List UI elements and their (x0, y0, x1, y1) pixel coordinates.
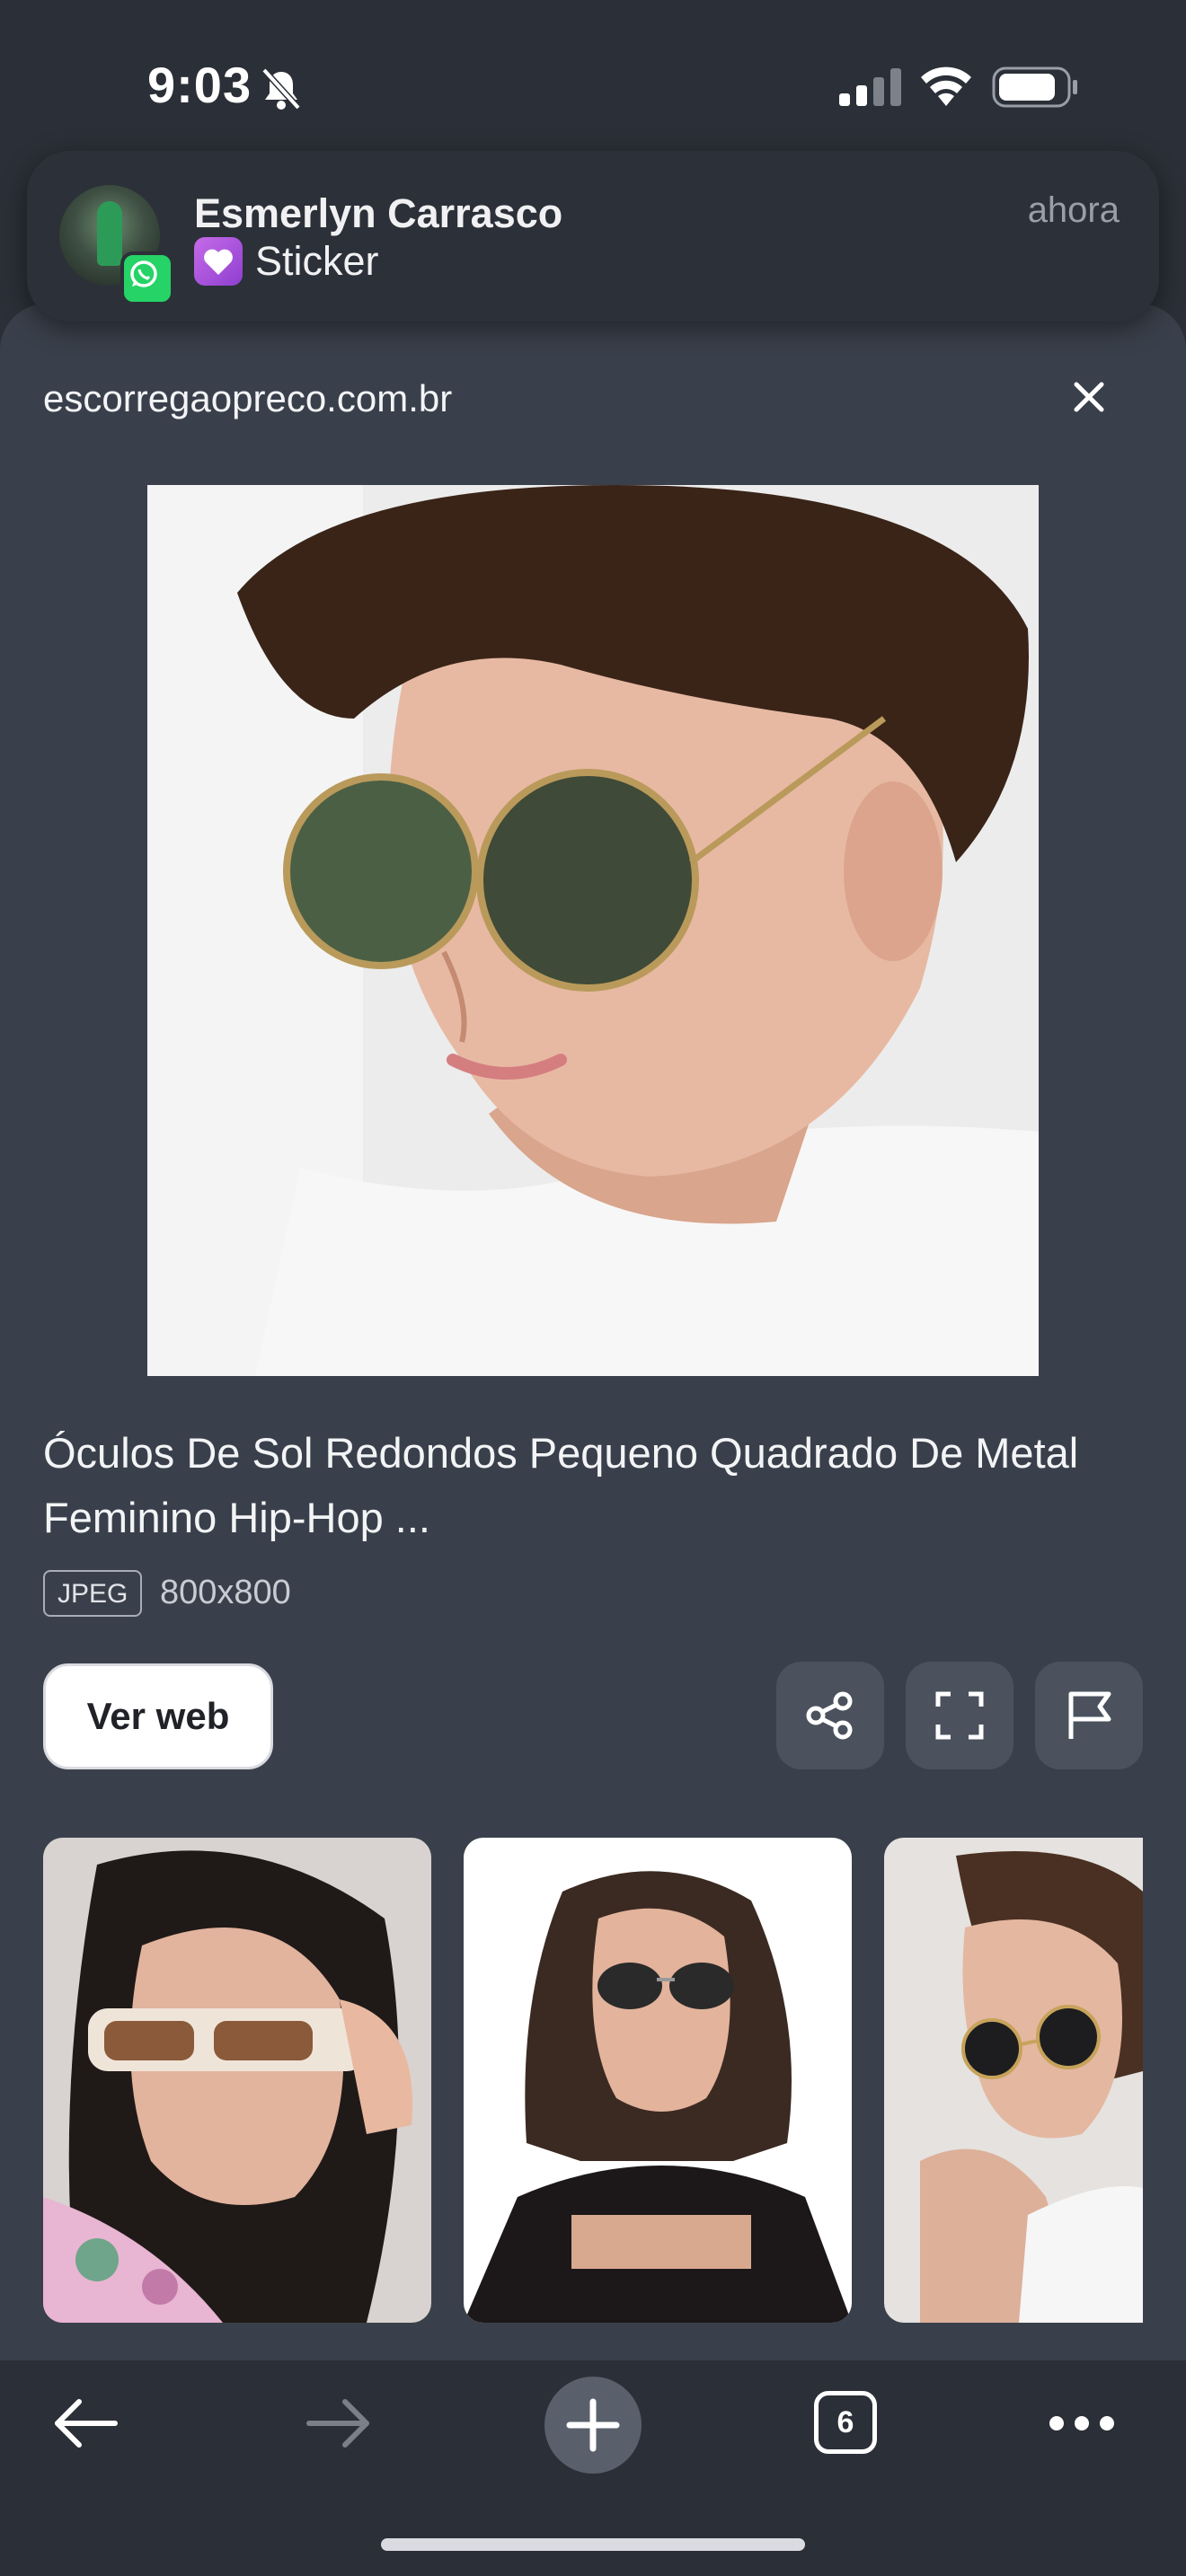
notification-sender: Esmerlyn Carrasco (194, 190, 563, 236)
close-icon[interactable] (1067, 375, 1111, 419)
more-icon[interactable] (1046, 2411, 1118, 2436)
flag-icon (1068, 1691, 1111, 1739)
bell-slash-icon (261, 67, 301, 110)
related-image-2[interactable] (464, 1838, 852, 2323)
battery-icon (992, 66, 1077, 108)
image-dimensions: 800x800 (160, 1574, 291, 1611)
home-indicator[interactable] (381, 2538, 805, 2551)
format-badge: JPEG (43, 1570, 143, 1617)
related-image-3[interactable] (884, 1838, 1143, 2323)
forward-arrow-icon[interactable] (304, 2396, 374, 2450)
report-button[interactable] (1035, 1662, 1143, 1769)
status-time: 9:03 (147, 57, 252, 113)
notification-banner[interactable]: Esmerlyn Carrasco Sticker ahora (27, 151, 1159, 322)
notification-message: Sticker (194, 237, 379, 286)
tabs-icon[interactable]: 6 (814, 2391, 877, 2454)
whatsapp-icon (120, 251, 174, 305)
share-button[interactable] (776, 1662, 884, 1769)
fullscreen-button[interactable] (906, 1662, 1013, 1769)
plus-icon (566, 2398, 620, 2452)
notification-time: ahora (1027, 190, 1120, 230)
notification-message-text: Sticker (255, 238, 379, 284)
ver-web-button[interactable]: Ver web (43, 1663, 273, 1769)
cellular-signal-icon (839, 68, 901, 106)
image-title: Óculos De Sol Redondos Pequeno Quadrado … (43, 1429, 1079, 1541)
share-icon (806, 1691, 853, 1740)
heart-icon (194, 237, 243, 286)
related-image-1[interactable] (43, 1838, 431, 2323)
new-tab-button[interactable] (544, 2377, 642, 2474)
wifi-icon (921, 66, 971, 106)
status-bar: 9:03 (0, 0, 1186, 162)
source-domain[interactable]: escorregaopreco.com.br (43, 377, 452, 420)
back-arrow-icon[interactable] (50, 2396, 120, 2450)
main-image[interactable] (147, 485, 1039, 1376)
fullscreen-icon (935, 1691, 984, 1740)
